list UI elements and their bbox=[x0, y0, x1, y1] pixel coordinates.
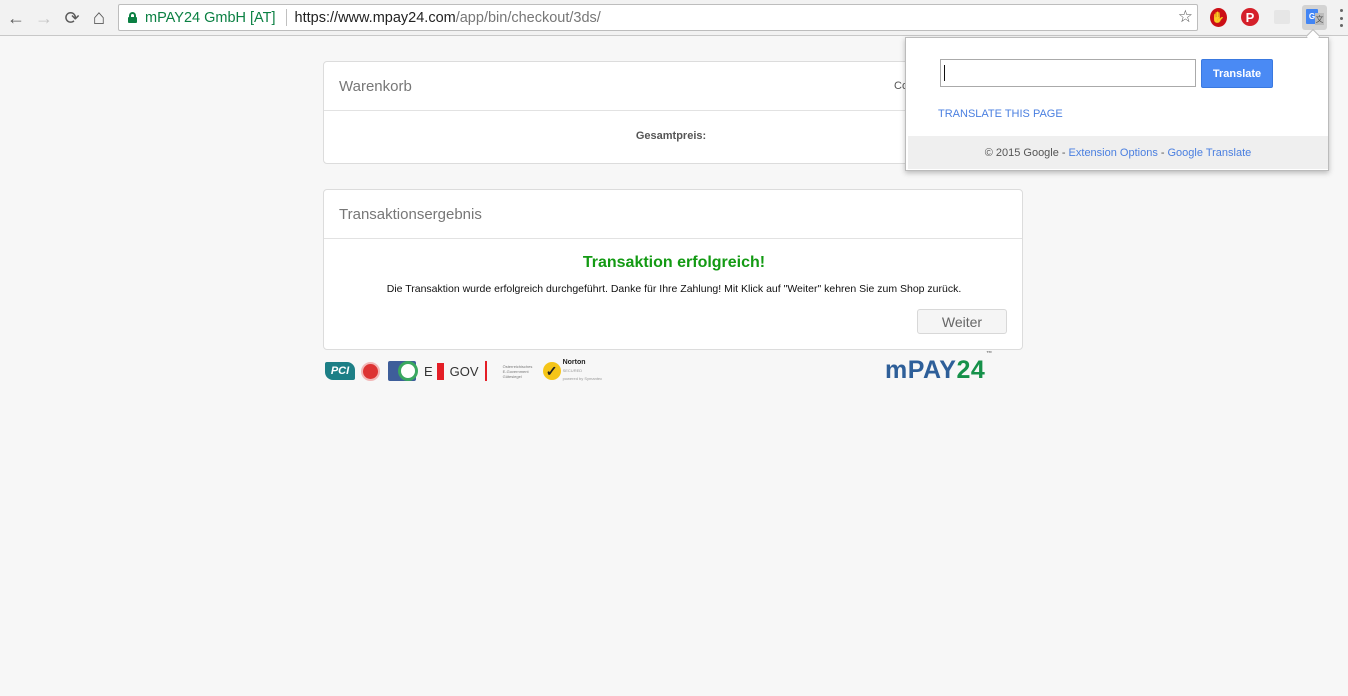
success-heading: Transaktion erfolgreich! bbox=[582, 254, 766, 271]
translate-char-icon: 文 bbox=[1315, 13, 1324, 25]
menu-dot-icon bbox=[1339, 16, 1343, 20]
extension-icon bbox=[1274, 10, 1290, 24]
text-caret bbox=[944, 65, 945, 81]
google-translate-extension-button[interactable]: G 文 bbox=[1302, 5, 1327, 30]
translate-button[interactable]: Translate bbox=[1201, 59, 1273, 88]
browser-toolbar: ← → ⟳ ⌂ mPAY24 GmbH [AT] https://www.mpa… bbox=[0, 0, 1348, 36]
ecert-ring-icon bbox=[398, 361, 418, 381]
disabled-extension-button[interactable] bbox=[1272, 7, 1292, 27]
hand-stop-icon: ✋ bbox=[1209, 7, 1227, 27]
security-logos: PCI E GOV Österreichisches E-Government G… bbox=[325, 358, 602, 384]
trademark-symbol: ™ bbox=[986, 350, 993, 357]
transaction-result-panel: Transaktionsergebnis Transaktion erfolgr… bbox=[323, 189, 1023, 350]
continue-button[interactable]: Weiter bbox=[917, 309, 1007, 334]
browser-menu-button[interactable] bbox=[1338, 9, 1344, 27]
pci-logo: PCI bbox=[325, 362, 355, 380]
egov-logo: E GOV bbox=[424, 361, 493, 381]
forward-button[interactable]: → bbox=[32, 6, 56, 30]
norton-powered-by: powered by Symantec bbox=[562, 376, 603, 381]
pinterest-extension-button[interactable]: P bbox=[1240, 7, 1260, 27]
omnibox-divider bbox=[285, 9, 287, 26]
ecert-logo bbox=[388, 361, 418, 381]
seal-logo bbox=[361, 361, 380, 381]
mpay24-logo: mPAY24™ bbox=[885, 351, 993, 385]
mpay24-logo-24: 24 bbox=[956, 356, 986, 384]
address-bar[interactable]: mPAY24 GmbH [AT] https://www.mpay24.com /… bbox=[118, 4, 1198, 31]
reload-icon: ⟳ bbox=[64, 7, 80, 28]
extension-options-link[interactable]: Extension Options bbox=[1069, 147, 1158, 159]
certificate-name[interactable]: mPAY24 GmbH [AT] bbox=[145, 10, 276, 26]
url-scheme: https:// bbox=[294, 9, 339, 26]
forward-arrow-icon: → bbox=[35, 7, 53, 28]
translate-this-page-link[interactable]: TRANSLATE THIS PAGE bbox=[938, 108, 1063, 120]
norton-secured-logo: ✓ Norton SECURED powered by Symantec bbox=[542, 359, 603, 383]
popup-footer: © 2015 Google - Extension Options - Goog… bbox=[908, 136, 1328, 169]
norton-check-icon: ✓ bbox=[542, 362, 561, 380]
egov-divider bbox=[484, 361, 487, 381]
result-title: Transaktionsergebnis bbox=[324, 190, 1022, 239]
total-price-text: Gesamtpreis: bbox=[635, 130, 707, 142]
bookmark-star-icon[interactable]: ☆ bbox=[1178, 7, 1193, 27]
menu-dot-icon bbox=[1339, 9, 1343, 12]
reload-button[interactable]: ⟳ bbox=[60, 6, 84, 30]
separator: - bbox=[1160, 146, 1165, 159]
separator: - bbox=[1061, 146, 1066, 159]
lock-icon bbox=[128, 12, 137, 23]
copyright-text: © 2015 Google bbox=[984, 146, 1059, 159]
home-icon: ⌂ bbox=[92, 6, 106, 29]
translate-text-input[interactable] bbox=[940, 59, 1196, 87]
egov-e: E bbox=[424, 363, 433, 379]
adblock-extension-button[interactable]: ✋ bbox=[1208, 7, 1228, 27]
egov-gov: GOV bbox=[449, 363, 479, 379]
back-arrow-icon: ← bbox=[7, 7, 25, 28]
google-translate-popup: Translate TRANSLATE THIS PAGE © 2015 Goo… bbox=[905, 37, 1329, 171]
back-button[interactable]: ← bbox=[4, 6, 28, 30]
mpay24-logo-mpay: mPAY bbox=[885, 356, 957, 384]
home-button[interactable]: ⌂ bbox=[87, 6, 111, 30]
pinterest-icon: P bbox=[1241, 8, 1259, 26]
google-translate-link[interactable]: Google Translate bbox=[1168, 147, 1252, 159]
url-host: www.mpay24.com bbox=[338, 9, 456, 26]
success-message: Die Transaktion wurde erfolgreich durchg… bbox=[386, 283, 962, 295]
norton-name: Norton bbox=[562, 359, 586, 366]
url-path: /app/bin/checkout/3ds/ bbox=[455, 9, 601, 26]
menu-dot-icon bbox=[1339, 24, 1343, 27]
norton-secured: SECURED bbox=[562, 368, 583, 373]
egov-seal-text: Österreichisches E-Government Gütesiegel bbox=[502, 363, 533, 379]
egov-red-square bbox=[436, 362, 444, 380]
